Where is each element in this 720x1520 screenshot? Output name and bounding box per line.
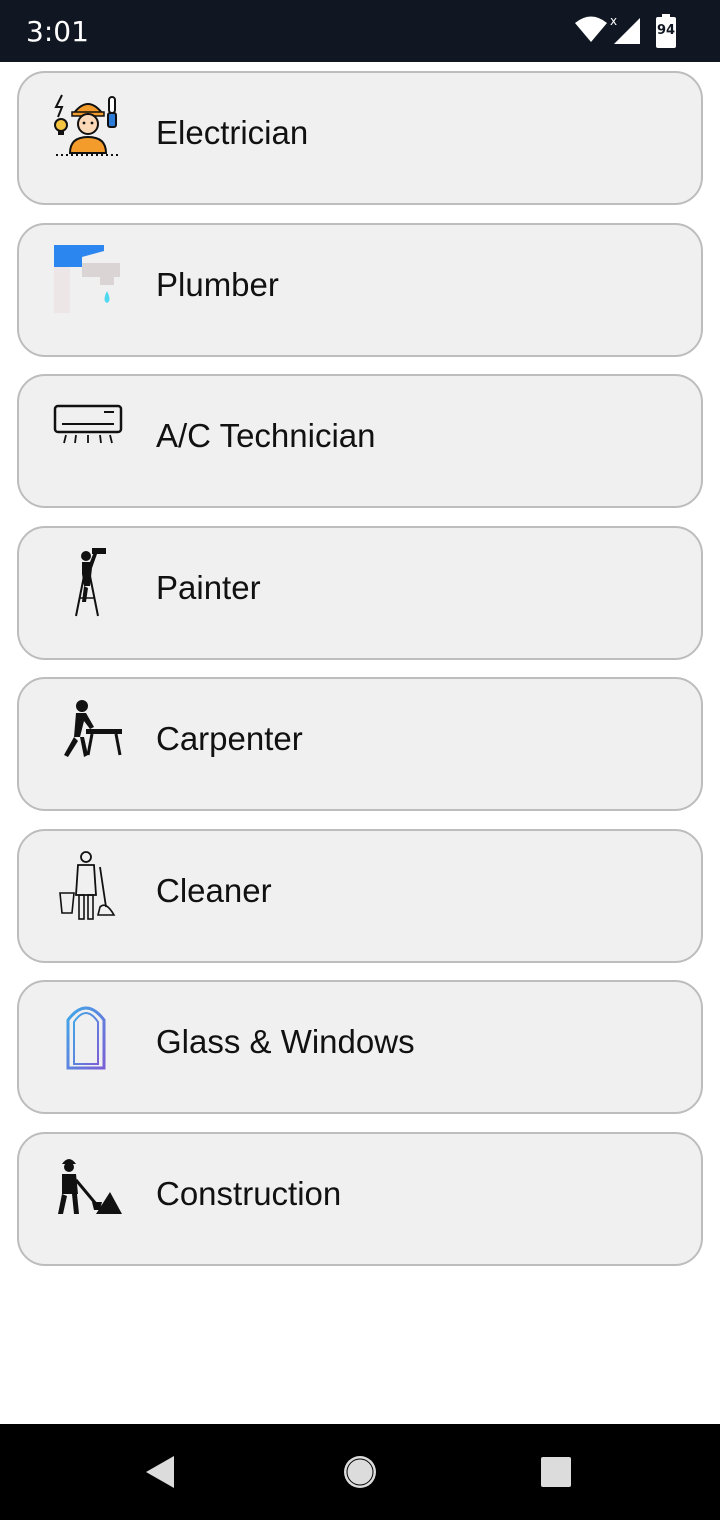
service-label: A/C Technician [156, 417, 376, 454]
back-icon[interactable] [140, 1452, 180, 1492]
wifi-icon [575, 16, 607, 42]
status-time: 3:01 [26, 15, 89, 48]
service-card-ac-technician[interactable]: A/C Technician [17, 374, 703, 508]
service-card-plumber[interactable]: Plumber [17, 222, 703, 357]
service-label: Cleaner [156, 871, 272, 909]
service-card-carpenter[interactable]: Carpenter [17, 677, 703, 811]
service-list: Electrician Plumber A/C Technician Paint… [17, 71, 703, 1283]
home-icon[interactable] [340, 1452, 380, 1492]
electrician-icon [54, 94, 120, 156]
painter-icon [75, 547, 106, 616]
status-bar: 3:01 x 94 [0, 0, 720, 62]
service-card-cleaner[interactable]: Cleaner [17, 828, 703, 963]
service-label: Painter [156, 568, 261, 606]
window-icon [66, 1006, 106, 1070]
faucet-icon [54, 244, 120, 313]
cleaner-icon [59, 850, 116, 920]
carpenter-icon [64, 700, 122, 757]
service-card-electrician[interactable]: Electrician [17, 71, 703, 205]
battery-level: 94 [657, 23, 676, 38]
service-label: Plumber [156, 265, 279, 303]
signal-icon: x [610, 14, 640, 44]
service-card-glass-windows[interactable]: Glass & Windows [17, 980, 703, 1114]
svg-text:x: x [610, 14, 617, 28]
service-card-construction[interactable]: Construction [17, 1131, 703, 1266]
recents-icon[interactable] [536, 1452, 576, 1492]
service-label: Electrician [156, 114, 309, 151]
service-label: Carpenter [156, 720, 303, 757]
service-label: Glass & Windows [156, 1023, 415, 1060]
service-card-painter[interactable]: Painter [17, 525, 703, 660]
navigation-bar [0, 1424, 720, 1520]
service-label: Construction [156, 1174, 342, 1212]
construction-worker-icon [58, 1158, 122, 1214]
air-conditioner-icon [53, 404, 123, 444]
